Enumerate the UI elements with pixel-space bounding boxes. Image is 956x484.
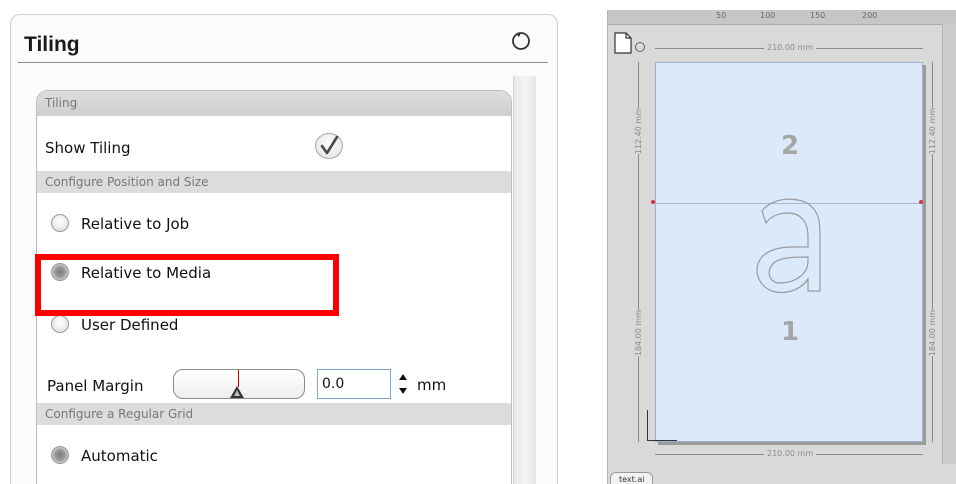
- reset-icon[interactable]: [508, 28, 534, 54]
- split-marker-right: [919, 200, 923, 204]
- tile-number-2: 2: [781, 131, 800, 161]
- position-section-header: Configure Position and Size: [37, 171, 511, 193]
- split-marker-left: [651, 200, 655, 204]
- user-defined-radio[interactable]: [51, 315, 69, 333]
- document-icon[interactable]: [614, 32, 632, 54]
- title-divider: [18, 62, 548, 63]
- panel-margin-input[interactable]: 0.0: [317, 369, 391, 399]
- highlight-box: [35, 254, 339, 316]
- panel-margin-label: Panel Margin: [47, 377, 144, 395]
- top-ruler: 50 100 150 200: [608, 10, 956, 25]
- ruler-label: 50: [716, 11, 727, 20]
- width-dimension-bottom: 210.00 mm: [764, 449, 817, 458]
- tiling-panel: Tiling Tiling Show Tiling Configure Posi…: [10, 14, 558, 484]
- relative-to-job-label: Relative to Job: [81, 215, 190, 233]
- relative-to-job-radio[interactable]: [51, 214, 69, 232]
- right-ruler: [942, 24, 956, 464]
- axis-y-indicator: [647, 410, 648, 440]
- show-tiling-checkbox[interactable]: [315, 133, 343, 159]
- origin-icon[interactable]: [635, 42, 645, 52]
- width-dimension-top: 210.00 mm: [764, 43, 817, 52]
- ruler-label: 100: [760, 11, 776, 20]
- scrollbar[interactable]: [513, 76, 536, 484]
- tiling-section-header: Tiling: [37, 91, 511, 116]
- user-defined-label: User Defined: [81, 316, 179, 334]
- top-tile-height-right: 112.40 mm: [928, 108, 937, 155]
- automatic-label: Automatic: [81, 447, 158, 465]
- spinner-arrows-icon[interactable]: [397, 371, 409, 397]
- panel-margin-slider[interactable]: [173, 369, 305, 399]
- ruler-label: 200: [862, 11, 878, 20]
- show-tiling-label: Show Tiling: [45, 139, 131, 157]
- ruler-label: 150: [810, 11, 826, 20]
- bottom-tile-height-left: 184.00 mm: [634, 310, 643, 357]
- panel-title: Tiling: [24, 33, 80, 56]
- automatic-radio[interactable]: [51, 446, 69, 464]
- axis-x-indicator: [647, 440, 677, 441]
- document-tab[interactable]: text.ai: [610, 472, 654, 484]
- grid-section-header: Configure a Regular Grid: [37, 403, 511, 425]
- slider-center-tick: [238, 370, 239, 387]
- media-page: 2 1: [655, 62, 923, 442]
- tile-number-1: 1: [781, 317, 800, 347]
- checkmark-icon: [320, 135, 339, 155]
- bottom-tile-height-right: 184.00 mm: [928, 310, 937, 357]
- tiling-preview: 50 100 150 200 210.00 mm 112.40 mm 184.0…: [607, 10, 956, 484]
- top-tile-height-left: 112.40 mm: [634, 108, 643, 155]
- panel-margin-unit: mm: [417, 376, 447, 394]
- slider-thumb-highlight: [234, 390, 240, 396]
- letter-a-artwork: [756, 198, 821, 294]
